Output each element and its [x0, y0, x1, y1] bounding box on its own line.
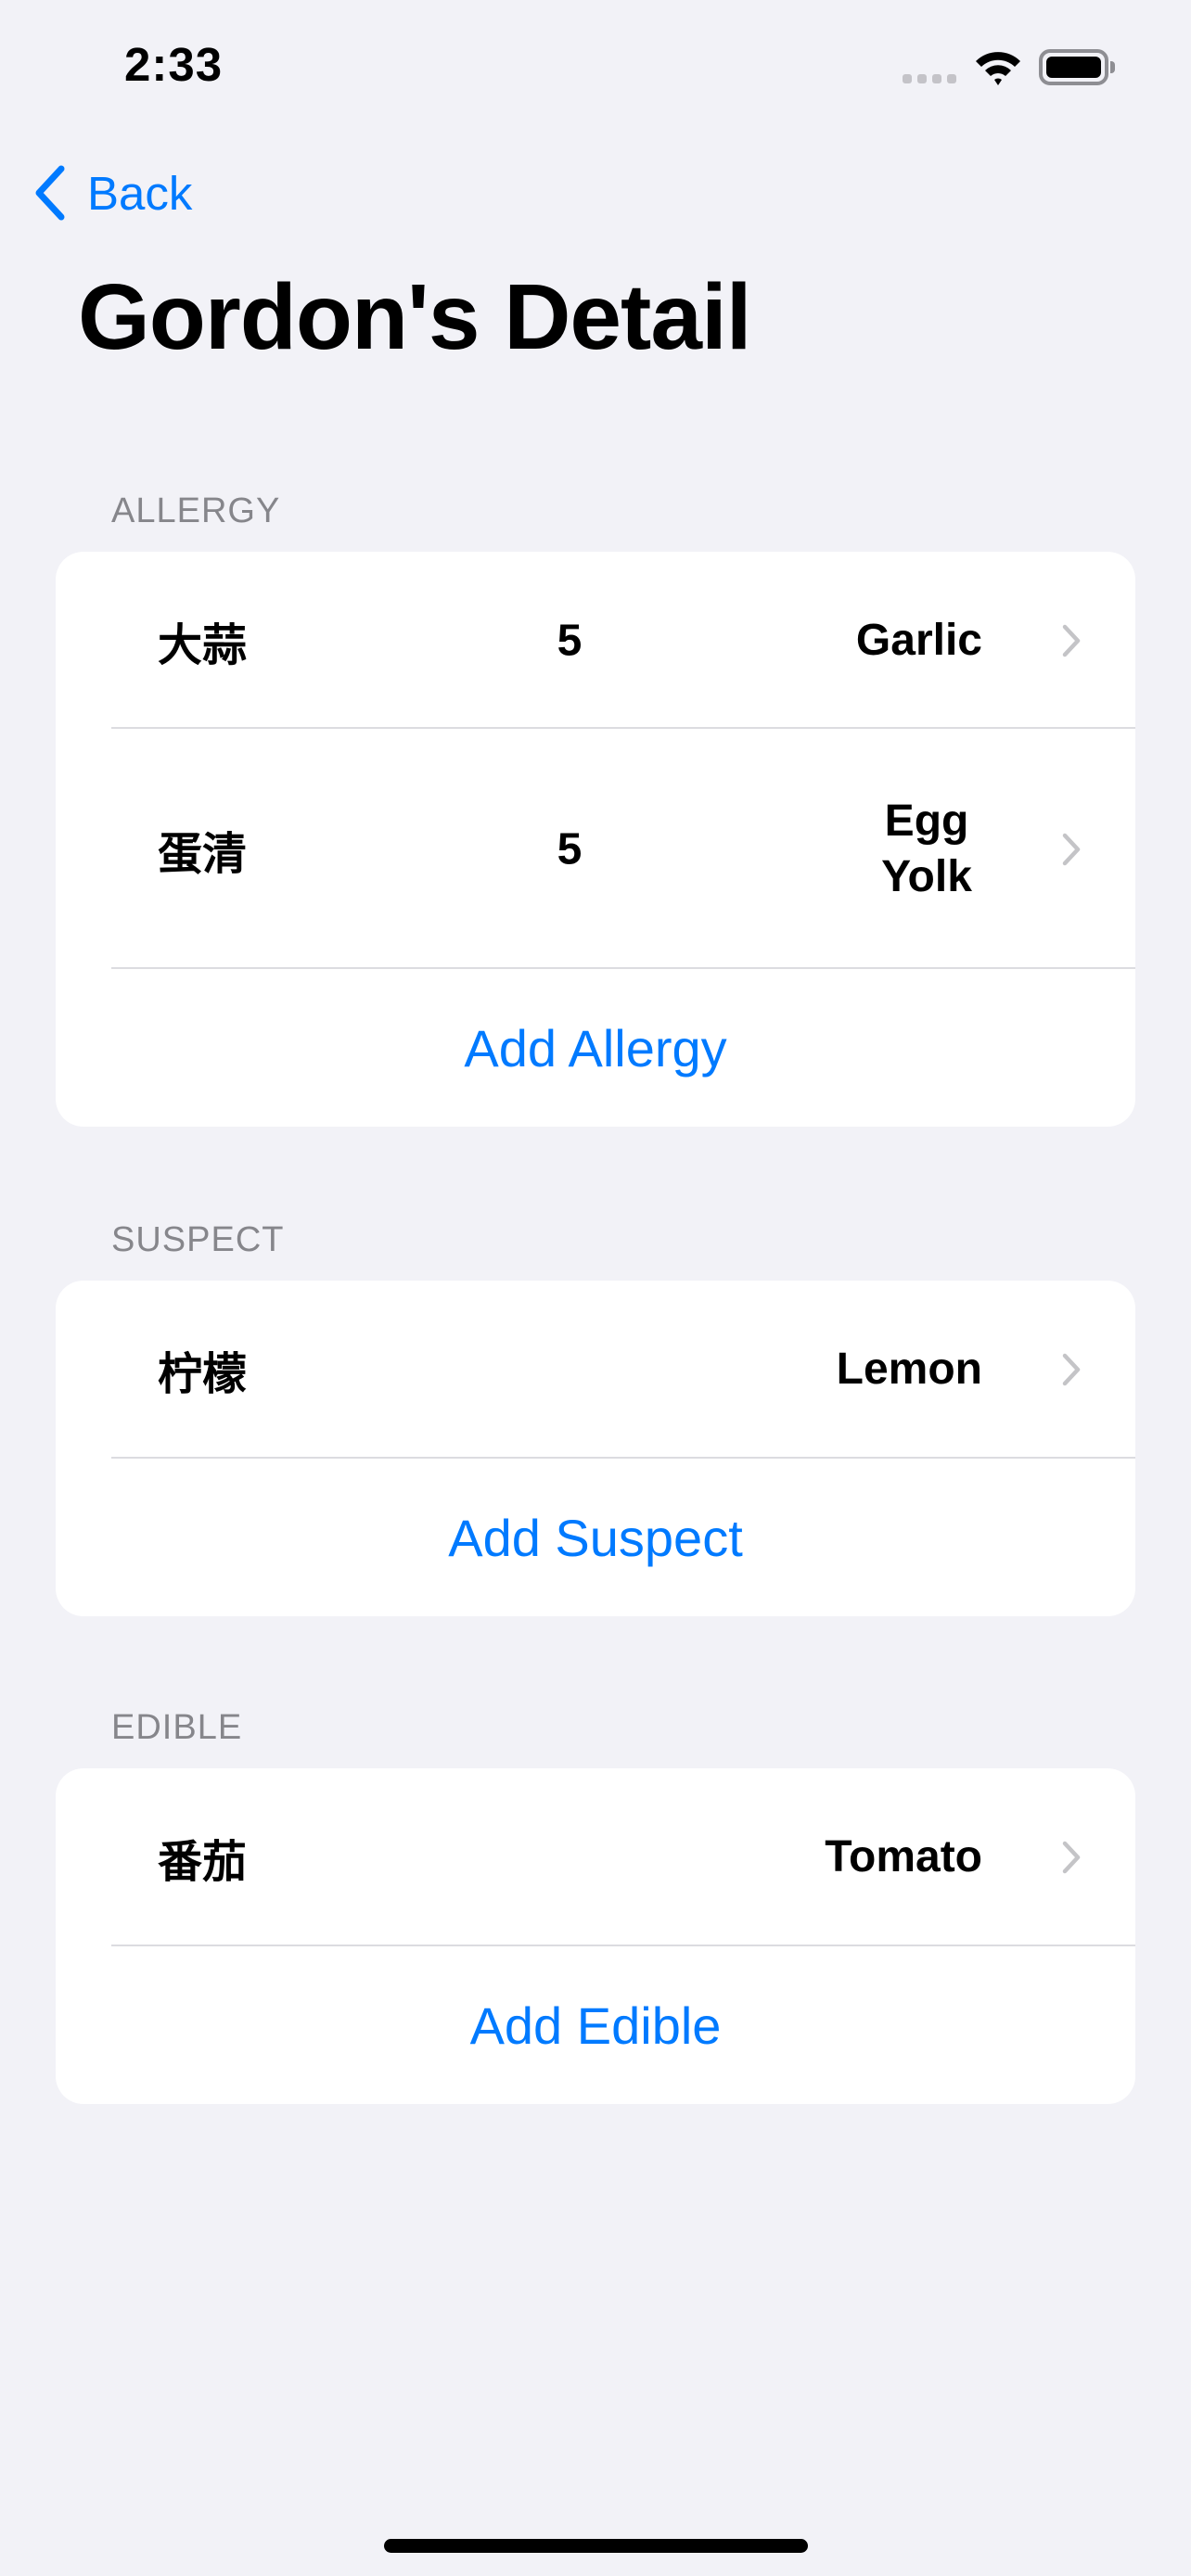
home-indicator[interactable]	[384, 2539, 808, 2553]
chinese-name: 蛋清	[158, 829, 248, 879]
add-suspect-button[interactable]: Add Suspect	[56, 1459, 1135, 1616]
add-allergy-button[interactable]: Add Allergy	[56, 969, 1135, 1127]
section-header-suspect: SUSPECT	[111, 1220, 285, 1259]
chinese-name: 柠檬	[158, 1350, 248, 1399]
suspect-row[interactable]: 柠檬 Lemon	[56, 1281, 1135, 1459]
status-time: 2:33	[124, 38, 224, 91]
divider	[111, 967, 1135, 969]
allergy-row[interactable]: 蛋清 5 Egg Yolk	[56, 729, 1135, 969]
suspect-card: 柠檬 Lemon Add Suspect	[56, 1281, 1135, 1616]
section-header-allergy: ALLERGY	[111, 491, 281, 530]
back-label: Back	[87, 166, 193, 220]
severity-level: 5	[557, 616, 583, 665]
chevron-right-icon	[1062, 1841, 1081, 1874]
chevron-right-icon	[1062, 1353, 1081, 1386]
edible-card: 番茄 Tomato Add Edible	[56, 1768, 1135, 2104]
chinese-name: 番茄	[158, 1838, 248, 1887]
chevron-right-icon	[1062, 624, 1081, 657]
severity-level: 5	[557, 824, 583, 874]
battery-nub	[1110, 61, 1115, 73]
english-name: Garlic	[855, 615, 982, 665]
english-name: Egg Yolk	[881, 796, 972, 901]
divider	[111, 1457, 1135, 1459]
allergy-row[interactable]: 大蒜 5 Garlic	[56, 552, 1135, 729]
page-title: Gordon's Detail	[78, 265, 752, 369]
chevron-right-icon	[1062, 833, 1081, 865]
english-name: Lemon	[836, 1345, 982, 1394]
add-edible-button[interactable]: Add Edible	[56, 1946, 1135, 2104]
wifi-icon	[976, 52, 1020, 85]
allergy-card: 大蒜 5 Garlic 蛋清 5 Egg Yolk Add Allergy	[56, 552, 1135, 1127]
edible-row[interactable]: 番茄 Tomato	[56, 1768, 1135, 1946]
back-button[interactable]: Back	[33, 165, 192, 221]
english-name: Tomato	[825, 1832, 982, 1881]
chinese-name: 大蒜	[158, 620, 248, 670]
chevron-left-icon	[35, 165, 65, 221]
battery-icon	[1039, 49, 1108, 85]
section-header-edible: EDIBLE	[111, 1708, 243, 1747]
divider	[111, 1945, 1135, 1946]
